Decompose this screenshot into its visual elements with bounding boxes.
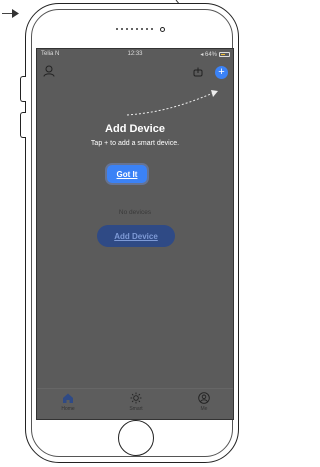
empty-state-text: No devices xyxy=(118,209,152,216)
sun-icon xyxy=(130,392,142,404)
tab-smart-label: Smart xyxy=(129,406,143,412)
tab-home[interactable]: Home xyxy=(40,392,96,412)
tab-me[interactable]: Me xyxy=(176,392,232,412)
hint-arrow-icon xyxy=(126,90,218,116)
add-device-button[interactable]: Add Device xyxy=(97,225,175,247)
scan-icon[interactable] xyxy=(193,67,203,77)
battery-icon xyxy=(219,52,230,57)
phone-side-button xyxy=(20,112,26,138)
home-icon xyxy=(63,393,73,403)
tab-bar: Home Smart Me xyxy=(37,388,233,419)
top-bar: + xyxy=(37,63,233,81)
hint-title: Add Device xyxy=(105,123,165,135)
phone-side-button xyxy=(20,76,26,102)
status-bar: Telia N 12:33 ◂ 64% xyxy=(37,49,233,61)
app-screen: Telia N 12:33 ◂ 64% + Add Device Tap + t… xyxy=(36,48,234,420)
phone-home-button[interactable] xyxy=(118,420,154,456)
hint-subtitle: Tap + to add a smart device. xyxy=(90,140,180,147)
battery-label: ◂ 64% xyxy=(200,52,217,58)
got-it-button[interactable]: Got It xyxy=(107,165,147,183)
tab-home-label: Home xyxy=(61,406,75,412)
add-device-plus-button[interactable]: + xyxy=(215,66,228,79)
profile-icon[interactable] xyxy=(43,65,55,77)
phone-speaker xyxy=(116,26,165,32)
tab-smart[interactable]: Smart xyxy=(108,392,164,412)
camera-icon xyxy=(160,26,165,32)
tab-me-label: Me xyxy=(200,406,208,412)
arrow-head-icon xyxy=(12,9,19,18)
user-icon xyxy=(198,392,210,404)
